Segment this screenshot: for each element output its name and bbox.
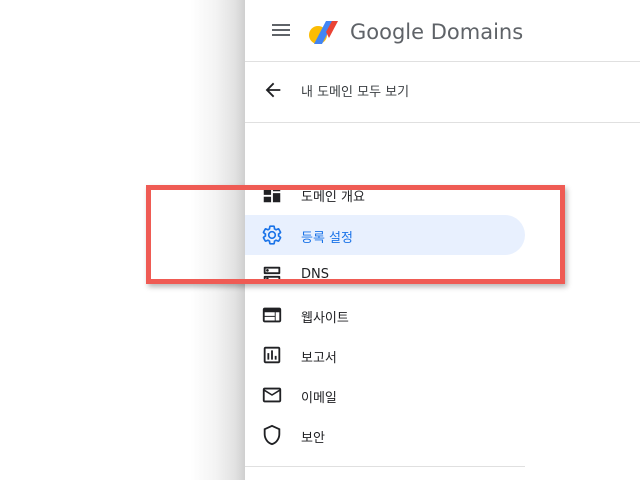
nav-item-label: 보안 <box>301 431 325 446</box>
nav-item-domain-overview[interactable]: 도메인 개요 <box>245 174 525 214</box>
nav-item-label: 보고서 <box>301 351 337 366</box>
web-icon <box>262 307 282 323</box>
navigation-drawer: Google Domains 내 도메인 모두 보기 도메인 개요 등록 설정 … <box>245 0 640 480</box>
mail-icon <box>262 387 282 403</box>
nav-item-label: 웹사이트 <box>301 311 349 326</box>
bar-chart-icon <box>263 346 281 364</box>
back-to-all-domains-link[interactable]: 내 도메인 모두 보기 <box>245 70 640 110</box>
nav-item-label: 이메일 <box>301 391 337 406</box>
nav-item-label: 도메인 개요 <box>301 190 365 205</box>
app-header: Google Domains <box>245 0 640 62</box>
nav-item-security[interactable]: 보안 <box>245 415 525 455</box>
page-background-left <box>0 0 245 480</box>
nav-item-email[interactable]: 이메일 <box>245 375 525 415</box>
nav-item-label: DNS <box>301 267 329 282</box>
header-divider <box>245 61 640 62</box>
section-divider <box>245 122 640 123</box>
brand-name: Google Domains <box>350 20 524 44</box>
hamburger-menu-icon[interactable] <box>267 20 295 44</box>
nav-item-registration-settings[interactable]: 등록 설정 <box>245 215 525 255</box>
nav-item-reports[interactable]: 보고서 <box>245 335 525 375</box>
nav-item-website[interactable]: 웹사이트 <box>245 295 525 335</box>
arrow-back-icon <box>265 82 281 98</box>
bottom-divider <box>245 466 525 467</box>
nav-item-dns[interactable]: DNS <box>245 255 525 295</box>
gear-icon <box>262 225 282 245</box>
nav-item-label: 등록 설정 <box>301 231 353 246</box>
dns-icon <box>263 266 281 284</box>
google-domains-logo-icon <box>309 21 338 44</box>
dashboard-icon <box>263 185 281 203</box>
back-link-label: 내 도메인 모두 보기 <box>301 85 410 100</box>
shield-icon <box>263 424 281 446</box>
